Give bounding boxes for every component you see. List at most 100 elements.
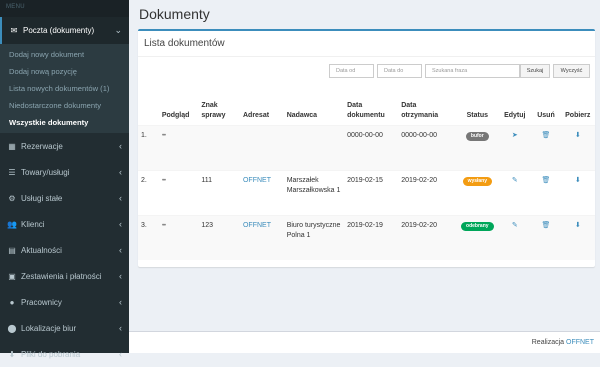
page-title: Dokumenty xyxy=(139,6,210,22)
chevron-left-icon: ‹ xyxy=(119,323,122,333)
trash-icon[interactable]: 🗑 xyxy=(542,177,551,184)
chevron-left-icon: ‹ xyxy=(119,349,122,359)
col-doc-date: Data dokumentu xyxy=(347,101,385,119)
sidebar-item-label: Usługi stałe xyxy=(21,193,63,203)
download-icon[interactable]: ⬇ xyxy=(575,222,581,229)
calendar-icon: ▦ xyxy=(8,141,16,151)
sender: Biuro turystyczne Polna 1 xyxy=(283,214,345,260)
recv-date: 2019-02-20 xyxy=(398,169,457,215)
news-icon: ▤ xyxy=(8,245,16,255)
list-icon: ☰ xyxy=(8,167,16,177)
sidebar-item-label: Towary/usługi xyxy=(21,167,70,177)
sidebar-item-label: Pliki do pobrania xyxy=(21,349,81,359)
download-icon[interactable]: ⬇ xyxy=(575,132,581,139)
sidebar-item-label: Pracownicy xyxy=(21,297,62,307)
cog-icon: ⚙ xyxy=(8,193,16,203)
table-row: 3. ••• 123 OFFNET Biuro turystyczne Polna 12… xyxy=(138,214,595,260)
chevron-left-icon: ‹ xyxy=(119,167,122,177)
table-row: 1. ••• 0000-00-00 0000-00-00 bufor ➤ 🗑 ⬇ xyxy=(138,124,595,170)
chevron-left-icon: ‹ xyxy=(119,141,122,151)
sidebar-item-label: Zestawienia i płatności xyxy=(21,271,102,281)
preview-icon[interactable]: ••• xyxy=(162,133,166,139)
sidebar-subitem-add-document[interactable]: Dodaj nowy dokument xyxy=(0,46,129,63)
mail-icon: ✉ xyxy=(10,26,18,35)
preview-icon[interactable]: ••• xyxy=(162,178,166,184)
sidebar-subitem-all-documents[interactable]: Wszystkie dokumenty xyxy=(0,114,129,131)
sidebar: MENU ✉ Poczta (dokumenty) ⌄ Dodaj nowy d… xyxy=(0,0,129,359)
map-marker-icon: ⬤ xyxy=(7,323,17,333)
doc-date: 2019-02-19 xyxy=(344,214,399,260)
col-edit: Edytuj xyxy=(504,111,526,119)
send-icon[interactable]: ➤ xyxy=(512,132,518,139)
date-to-input[interactable]: Data do xyxy=(377,64,422,78)
sidebar-item-label: Lokalizacje biur xyxy=(21,323,77,333)
row-number: 3. xyxy=(138,214,159,260)
sidebar-item-label: Rezerwacje xyxy=(21,141,63,151)
col-recipient: Adresat xyxy=(242,111,270,119)
sidebar-item-cog[interactable]: ⚙ Usługi stałe ‹ xyxy=(0,185,129,211)
case-number xyxy=(198,124,240,170)
col-num xyxy=(138,97,159,125)
edit-icon[interactable]: ✎ xyxy=(512,177,518,184)
download-icon[interactable]: ⬇ xyxy=(575,177,581,184)
sidebar-item-download[interactable]: ⬇ Pliki do pobrania ‹ xyxy=(0,341,129,367)
col-delete: Usuń xyxy=(537,111,555,119)
row-number: 1. xyxy=(138,124,159,170)
doc-date: 2019-02-15 xyxy=(344,169,399,215)
sidebar-item-poczta[interactable]: ✉ Poczta (dokumenty) ⌄ xyxy=(0,17,129,44)
car-icon: ● xyxy=(9,297,15,307)
preview-icon[interactable]: ••• xyxy=(162,223,166,229)
search-input[interactable]: Szukana fraza xyxy=(425,64,520,78)
box-title: Lista dokumentów xyxy=(138,31,595,57)
status-badge: wysłany xyxy=(462,176,493,186)
search-button[interactable]: Szukaj xyxy=(520,64,550,78)
clear-button[interactable]: Wyczyść xyxy=(553,64,590,78)
chevron-left-icon: ‹ xyxy=(119,245,122,255)
col-case: Znak sprawy xyxy=(201,101,226,119)
sender: Marszałek Marszałkowska 1 xyxy=(283,169,345,215)
edit-icon[interactable]: ✎ xyxy=(512,222,518,229)
sidebar-item-list[interactable]: ☰ Towary/usługi ‹ xyxy=(0,159,129,185)
col-sender: Nadawca xyxy=(286,111,318,119)
recipient-link[interactable]: OFFNET xyxy=(243,222,271,229)
footer: Realizacja OFFNET xyxy=(129,331,600,353)
chevron-down-icon: ⌄ xyxy=(114,25,122,35)
footer-label: Realizacja xyxy=(531,339,565,346)
users-icon: 👥 xyxy=(7,219,17,229)
sender xyxy=(283,124,345,170)
sidebar-item-money[interactable]: ▣ Zestawienia i płatności ‹ xyxy=(0,263,129,289)
footer-link[interactable]: OFFNET xyxy=(566,339,594,346)
sidebar-item-users[interactable]: 👥 Klienci ‹ xyxy=(0,211,129,237)
trash-icon[interactable]: 🗑 xyxy=(542,222,551,229)
recv-date: 2019-02-20 xyxy=(398,214,457,260)
main-content: Dokumenty Lista dokumentów Data od Data … xyxy=(129,0,600,353)
col-status: Status xyxy=(466,111,488,119)
row-number: 2. xyxy=(138,169,159,215)
sidebar-subitem-add-position[interactable]: Dodaj nową pozycję xyxy=(0,63,129,80)
sidebar-item-map-marker[interactable]: ⬤ Lokalizacje biur ‹ xyxy=(0,315,129,341)
chevron-left-icon: ‹ xyxy=(119,193,122,203)
chevron-left-icon: ‹ xyxy=(119,297,122,307)
sidebar-item-label: Klienci xyxy=(21,219,45,229)
chevron-left-icon: ‹ xyxy=(119,219,122,229)
money-icon: ▣ xyxy=(8,271,16,281)
sidebar-subitem-new-documents[interactable]: Lista nowych dokumentów (1) xyxy=(0,80,129,97)
sidebar-item-label: Poczta (dokumenty) xyxy=(23,26,95,35)
date-from-input[interactable]: Data od xyxy=(329,64,374,78)
col-download: Pobierz xyxy=(565,111,591,119)
case-number: 111 xyxy=(198,169,240,215)
filters: Data od Data do Szukana fraza Szukaj Wyc… xyxy=(329,64,590,78)
status-badge: bufor xyxy=(465,131,489,141)
sidebar-item-news[interactable]: ▤ Aktualności ‹ xyxy=(0,237,129,263)
case-number: 123 xyxy=(198,214,240,260)
sidebar-subitem-undelivered[interactable]: Niedostarczone dokumenty xyxy=(0,97,129,114)
chevron-left-icon: ‹ xyxy=(119,271,122,281)
sidebar-submenu: Dodaj nowy dokument Dodaj nową pozycję L… xyxy=(0,44,129,133)
sidebar-item-calendar[interactable]: ▦ Rezerwacje ‹ xyxy=(0,133,129,159)
menu-label: MENU xyxy=(0,0,129,17)
recipient-link[interactable]: OFFNET xyxy=(243,177,271,184)
trash-icon[interactable]: 🗑 xyxy=(542,132,551,139)
sidebar-item-car[interactable]: ● Pracownicy ‹ xyxy=(0,289,129,315)
sidebar-item-label: Aktualności xyxy=(21,245,62,255)
col-recv-date: Data otrzymania xyxy=(401,101,439,119)
